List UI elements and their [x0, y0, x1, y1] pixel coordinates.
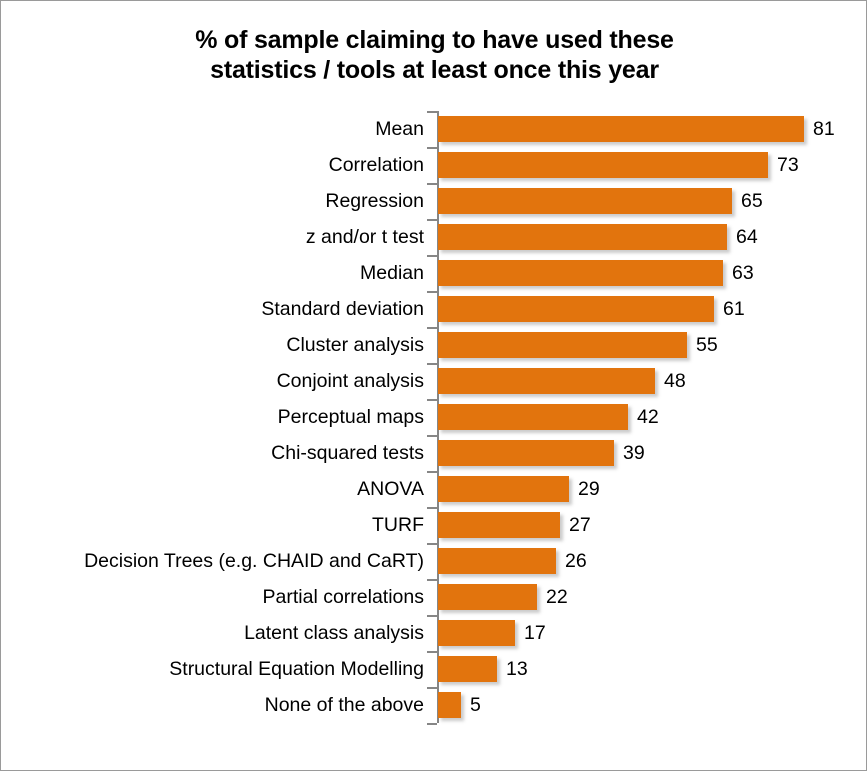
bar-row: Median 63	[1, 255, 866, 291]
bar-row: z and/or t test 64	[1, 219, 866, 255]
category-label: ANOVA	[357, 478, 424, 500]
category-label: Perceptual maps	[277, 406, 424, 428]
axis-tick	[427, 327, 437, 329]
bar-row: Perceptual maps 42	[1, 399, 866, 435]
bar-row: TURF 27	[1, 507, 866, 543]
bar[interactable]	[438, 620, 515, 646]
axis-tick	[427, 687, 437, 689]
bar-value-label: 48	[664, 370, 686, 392]
axis-tick	[427, 435, 437, 437]
bar-value-label: 39	[623, 442, 645, 464]
bar[interactable]	[438, 692, 461, 718]
axis-tick	[427, 543, 437, 545]
category-label: Chi-squared tests	[271, 442, 424, 464]
bar[interactable]	[438, 296, 714, 322]
bar[interactable]	[438, 332, 687, 358]
category-label: Median	[360, 262, 424, 284]
bar-value-label: 5	[470, 694, 481, 716]
bar-value-label: 13	[506, 658, 528, 680]
axis-tick	[427, 471, 437, 473]
category-label: Regression	[325, 190, 424, 212]
bar-value-label: 29	[578, 478, 600, 500]
category-label: Cluster analysis	[286, 334, 424, 356]
bar-row: Standard deviation 61	[1, 291, 866, 327]
bar-row: Decision Trees (e.g. CHAID and CaRT) 26	[1, 543, 866, 579]
category-label: z and/or t test	[305, 226, 424, 248]
axis-tick	[427, 147, 437, 149]
category-label: None of the above	[264, 694, 424, 716]
bar-row: ANOVA 29	[1, 471, 866, 507]
chart-title: % of sample claiming to have used these …	[61, 25, 808, 85]
bar-row: Mean 81	[1, 111, 866, 147]
chart-title-line-1: % of sample claiming to have used these	[195, 26, 674, 54]
bar-row: Structural Equation Modelling 13	[1, 651, 866, 687]
bar[interactable]	[438, 476, 569, 502]
axis-tick	[427, 363, 437, 365]
bar-row: Conjoint analysis 48	[1, 363, 866, 399]
bar-row: Correlation 73	[1, 147, 866, 183]
bar-row: Cluster analysis 55	[1, 327, 866, 363]
bar-value-label: 64	[736, 226, 758, 248]
category-label: Partial correlations	[262, 586, 424, 608]
bar-value-label: 42	[637, 406, 659, 428]
bar[interactable]	[438, 404, 628, 430]
bar[interactable]	[438, 548, 556, 574]
bar-value-label: 81	[813, 118, 835, 140]
category-label: TURF	[372, 514, 424, 536]
axis-tick	[427, 291, 437, 293]
axis-tick	[427, 399, 437, 401]
axis-tick	[427, 651, 437, 653]
chart-title-line-2: statistics / tools at least once this ye…	[210, 56, 659, 84]
category-label: Conjoint analysis	[276, 370, 424, 392]
category-label: Latent class analysis	[244, 622, 424, 644]
bar[interactable]	[438, 440, 614, 466]
bar[interactable]	[438, 188, 732, 214]
bar[interactable]	[438, 512, 560, 538]
bar-value-label: 27	[569, 514, 591, 536]
plot-area: Mean 81 Correlation 73 Regression 65 z and/or …	[1, 111, 866, 736]
category-label: Mean	[375, 118, 424, 140]
axis-tick	[427, 111, 437, 113]
bar[interactable]	[438, 116, 804, 142]
axis-tick	[427, 255, 437, 257]
chart-container: % of sample claiming to have used these …	[0, 0, 867, 771]
bar[interactable]	[438, 260, 723, 286]
bar[interactable]	[438, 584, 537, 610]
bar-value-label: 65	[741, 190, 763, 212]
bar-value-label: 22	[546, 586, 568, 608]
bar-value-label: 55	[696, 334, 718, 356]
axis-tick	[427, 615, 437, 617]
bar-row: Chi-squared tests 39	[1, 435, 866, 471]
category-label: Correlation	[328, 154, 424, 176]
axis-tick	[427, 579, 437, 581]
bar-value-label: 17	[524, 622, 546, 644]
bar-row: Regression 65	[1, 183, 866, 219]
bar-row: Latent class analysis 17	[1, 615, 866, 651]
category-label: Decision Trees (e.g. CHAID and CaRT)	[84, 550, 424, 572]
bar-value-label: 61	[723, 298, 745, 320]
bar-row: Partial correlations 22	[1, 579, 866, 615]
bar-value-label: 73	[777, 154, 799, 176]
axis-tick	[427, 723, 437, 725]
bar-row: None of the above 5	[1, 687, 866, 723]
bar[interactable]	[438, 368, 655, 394]
axis-tick	[427, 219, 437, 221]
bar-value-label: 63	[732, 262, 754, 284]
category-label: Structural Equation Modelling	[169, 658, 424, 680]
axis-tick	[427, 183, 437, 185]
bar[interactable]	[438, 152, 768, 178]
bar[interactable]	[438, 656, 497, 682]
bar[interactable]	[438, 224, 727, 250]
axis-tick	[427, 507, 437, 509]
bar-value-label: 26	[565, 550, 587, 572]
category-label: Standard deviation	[261, 298, 424, 320]
